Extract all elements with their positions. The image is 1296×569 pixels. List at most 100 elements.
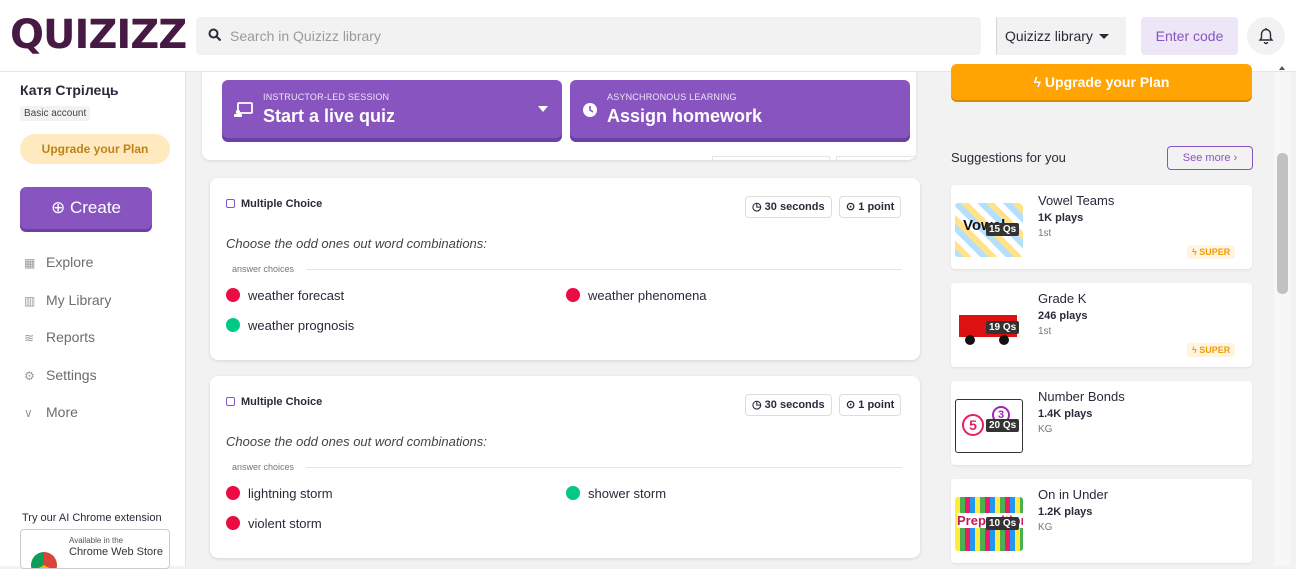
search-input[interactable]: Search in Quizizz library <box>230 28 381 44</box>
answer-choice: weather phenomena <box>566 288 707 303</box>
suggestion-card[interactable]: Prepositions 10 Qs On in Under 1.2K play… <box>951 479 1252 563</box>
presentation-icon <box>234 102 253 117</box>
answer-text: weather prognosis <box>248 318 355 333</box>
create-label: Create <box>69 198 121 217</box>
scrollbar-track[interactable] <box>1274 72 1290 566</box>
suggestion-title: Vowel Teams <box>1038 193 1115 208</box>
see-more-button[interactable]: See more › <box>1167 146 1253 170</box>
chrome-logo-icon <box>31 552 57 568</box>
check-circle-icon: ⊙ <box>846 399 856 411</box>
question-type: Multiple Choice <box>226 198 322 210</box>
time-value: 30 seconds <box>764 399 825 411</box>
suggestion-plays: 1K plays <box>1038 212 1084 224</box>
fire-truck-art <box>999 335 1009 345</box>
suggestion-plays: 1.2K plays <box>1038 506 1093 518</box>
suggestion-card[interactable]: Vowel 15 Qs Vowel Teams 1K plays 1st ϟ S… <box>951 185 1252 269</box>
chevron-down-icon: ∨ <box>24 406 33 420</box>
points-value: 1 point <box>858 399 895 411</box>
search-bar[interactable]: Search in Quizizz library <box>196 17 981 55</box>
notification-button[interactable] <box>1247 17 1285 55</box>
lightning-icon: ϟ <box>1033 74 1042 90</box>
suggestions-title: Suggestions for you <box>951 150 1066 165</box>
suggestion-grade: KG <box>1038 424 1053 435</box>
super-badge: ϟ SUPER <box>1187 343 1236 357</box>
enter-code-button[interactable]: Enter code <box>1141 17 1238 55</box>
quizizz-logo[interactable]: QUIZIZZ <box>10 12 187 58</box>
sidebar: Катя Стрілець Basic account Upgrade your… <box>0 72 186 569</box>
chevron-right-icon: › <box>1233 152 1238 164</box>
super-label: SUPER <box>1199 247 1231 257</box>
sidebar-item-label: Settings <box>46 367 97 383</box>
suggestion-card[interactable]: 19 Qs Grade K 246 plays 1st ϟ SUPER <box>951 283 1252 367</box>
time-value: 30 seconds <box>764 201 825 213</box>
correct-dot-icon <box>226 318 240 332</box>
suggestion-title: Number Bonds <box>1038 389 1125 404</box>
question-type: Multiple Choice <box>226 396 322 408</box>
suggestion-grade: 1st <box>1038 228 1052 239</box>
scroll-up-icon[interactable] <box>1279 66 1285 70</box>
clock-icon: ◷ <box>752 201 762 213</box>
suggestion-grade: KG <box>1038 522 1053 533</box>
scrollbar-thumb[interactable] <box>1277 153 1288 294</box>
caret-down-icon <box>1099 34 1109 39</box>
clock-icon: ◷ <box>752 399 762 411</box>
time-pill: ◷ 30 seconds <box>745 394 832 416</box>
divider <box>306 269 902 270</box>
suggestion-card[interactable]: 5 3 20 Qs Number Bonds 1.4K plays KG <box>951 381 1252 465</box>
clock-icon <box>583 103 597 117</box>
sidebar-item-my-library[interactable]: ▥ My Library <box>24 292 111 308</box>
sidebar-item-label: Reports <box>46 329 96 345</box>
library-select-label: Quizizz library <box>1005 28 1093 44</box>
incorrect-dot-icon <box>226 486 240 500</box>
super-badge: ϟ SUPER <box>1187 245 1236 259</box>
answer-choice: shower storm <box>566 486 666 501</box>
answer-text: weather forecast <box>248 288 345 303</box>
sidebar-item-reports[interactable]: ≋ Reports <box>24 329 95 345</box>
time-pill: ◷ 30 seconds <box>745 196 832 218</box>
super-label: SUPER <box>1199 345 1231 355</box>
tab-peek <box>836 156 916 160</box>
incorrect-dot-icon <box>226 288 240 302</box>
homework-sub-label: ASYNCHRONOUS LEARNING <box>607 92 737 102</box>
question-type-label: Multiple Choice <box>241 198 323 210</box>
question-card[interactable]: Multiple Choice ◷ 30 seconds ⊙ 1 point C… <box>210 178 920 360</box>
sidebar-upgrade-button[interactable]: Upgrade your Plan <box>20 134 170 164</box>
fire-truck-art <box>965 335 975 345</box>
assign-homework-button[interactable]: ASYNCHRONOUS LEARNING Assign homework <box>570 80 910 138</box>
settings-icon: ⚙ <box>24 369 35 383</box>
question-card[interactable]: Multiple Choice ◷ 30 seconds ⊙ 1 point C… <box>210 376 920 558</box>
reports-icon: ≋ <box>24 331 35 345</box>
caret-down-icon[interactable] <box>538 106 548 112</box>
sidebar-item-explore[interactable]: ▦ Explore <box>24 254 93 270</box>
right-panel: ϟ Upgrade your Plan Suggestions for you … <box>936 64 1270 566</box>
store-sub: Available in the <box>69 536 124 545</box>
sidebar-item-settings[interactable]: ⚙ Settings <box>24 367 97 383</box>
answer-text: weather phenomena <box>588 288 707 303</box>
upgrade-plan-button[interactable]: ϟ Upgrade your Plan <box>951 64 1252 100</box>
number-bond-art: 5 <box>962 414 984 436</box>
question-type-label: Multiple Choice <box>241 396 323 408</box>
answer-text: lightning storm <box>248 486 333 501</box>
checkbox-icon <box>226 199 235 208</box>
answer-choices-label: answer choices <box>232 264 295 274</box>
suggestion-plays: 246 plays <box>1038 310 1088 322</box>
suggestion-title: Grade K <box>1038 291 1087 306</box>
user-name: Катя Стрілець <box>20 82 119 98</box>
checkbox-icon <box>226 397 235 406</box>
library-select[interactable]: Quizizz library <box>996 17 1126 55</box>
upgrade-label: Upgrade your Plan <box>1044 74 1170 90</box>
create-button[interactable]: ⊕ Create <box>20 187 152 229</box>
suggestion-grade: 1st <box>1038 326 1052 337</box>
answer-choices-label: answer choices <box>232 462 295 472</box>
start-live-quiz-button[interactable]: INSTRUCTOR-LED SESSION Start a live quiz <box>222 80 562 138</box>
chrome-store-badge[interactable]: Available in the Chrome Web Store <box>20 529 170 569</box>
account-badge: Basic account <box>20 106 91 121</box>
live-sub-label: INSTRUCTOR-LED SESSION <box>263 92 390 102</box>
main-content: INSTRUCTOR-LED SESSION Start a live quiz… <box>186 72 936 566</box>
question-text: Choose the odd ones out word combination… <box>226 236 487 251</box>
sidebar-item-label: My Library <box>46 292 112 308</box>
correct-dot-icon <box>566 486 580 500</box>
library-icon: ▥ <box>24 294 36 308</box>
question-count: 19 Qs <box>986 321 1020 334</box>
sidebar-item-more[interactable]: ∨ More <box>24 404 78 420</box>
